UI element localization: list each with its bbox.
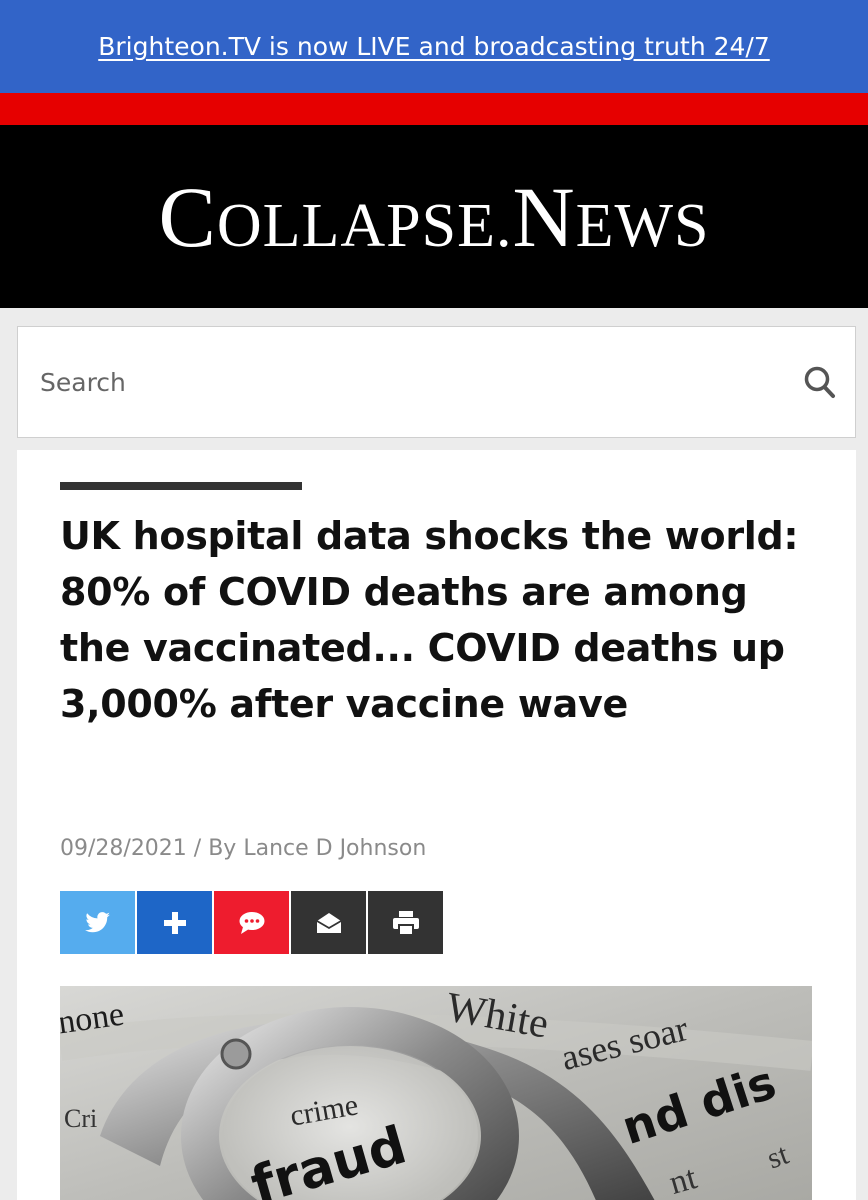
meta-separator: / bbox=[186, 836, 209, 861]
share-twitter-button[interactable] bbox=[60, 891, 135, 954]
plus-icon bbox=[163, 911, 186, 934]
share-print-button[interactable] bbox=[368, 891, 443, 954]
search-button[interactable] bbox=[803, 365, 837, 401]
search-input[interactable] bbox=[18, 327, 778, 437]
logo-initial-c: C bbox=[158, 168, 217, 265]
share-comment-button[interactable] bbox=[214, 891, 289, 954]
red-stripe bbox=[0, 93, 868, 125]
logo-part-ollapse: OLLAPSE. bbox=[216, 191, 513, 260]
article: UK hospital data shocks the world: 80% o… bbox=[17, 450, 856, 1200]
site-logo[interactable]: COLLAPSE.NEWS bbox=[159, 167, 710, 267]
article-headline: UK hospital data shocks the world: 80% o… bbox=[60, 514, 799, 726]
share-more-button[interactable] bbox=[137, 891, 212, 954]
image-word-cri: Cri bbox=[64, 1104, 98, 1133]
promo-link[interactable]: Brighteon.TV is now LIVE and broadcastin… bbox=[98, 32, 770, 61]
share-buttons bbox=[60, 891, 443, 954]
search-icon bbox=[804, 366, 835, 398]
comment-icon bbox=[239, 911, 264, 934]
print-icon bbox=[392, 910, 419, 935]
article-meta: 09/28/2021 / By Lance D Johnson bbox=[60, 836, 426, 861]
promo-banner: Brighteon.TV is now LIVE and broadcastin… bbox=[0, 0, 868, 93]
article-date: 09/28/2021 bbox=[60, 836, 187, 861]
headline-rule bbox=[60, 482, 302, 490]
twitter-icon bbox=[84, 911, 110, 932]
article-hero-image: none White ases soar crime fraud nd dis … bbox=[60, 986, 812, 1200]
article-author[interactable]: By Lance D Johnson bbox=[208, 836, 426, 861]
email-icon bbox=[316, 912, 341, 933]
masthead: COLLAPSE.NEWS bbox=[0, 125, 868, 308]
search-bar bbox=[17, 326, 856, 438]
share-email-button[interactable] bbox=[291, 891, 366, 954]
logo-initial-n: N bbox=[512, 168, 576, 265]
logo-part-ews: EWS bbox=[575, 191, 710, 260]
